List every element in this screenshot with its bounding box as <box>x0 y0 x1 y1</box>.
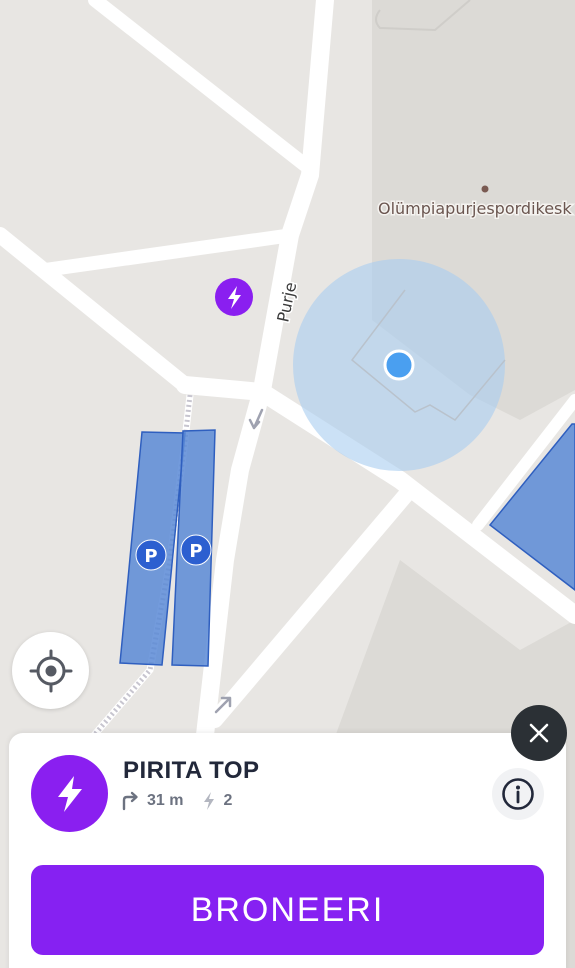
locate-me-button[interactable] <box>12 632 89 709</box>
info-button[interactable] <box>492 768 544 820</box>
chargers-count: 2 <box>223 792 233 809</box>
svg-text:P: P <box>144 546 157 567</box>
distance-value: 31 m <box>147 792 184 809</box>
close-button[interactable] <box>511 705 567 761</box>
user-location-dot <box>383 349 415 381</box>
chargers-info: 2 <box>201 791 232 811</box>
station-type-badge <box>31 755 108 832</box>
station-meta: 31 m 2 <box>121 791 250 811</box>
distance-info: 31 m <box>121 791 183 811</box>
close-icon <box>529 723 549 743</box>
crosshair-icon <box>29 649 72 692</box>
station-name: PIRITA TOP <box>123 757 260 784</box>
info-icon <box>502 778 534 810</box>
svg-text:P: P <box>189 541 202 562</box>
station-details-sheet: PIRITA TOP 31 m 2 BRONEERI <box>9 733 566 968</box>
lightning-icon <box>204 792 215 810</box>
lightning-icon <box>57 775 82 812</box>
turn-right-arrow-icon <box>122 791 138 811</box>
book-button[interactable]: BRONEERI <box>31 865 544 955</box>
parking-marker[interactable]: P <box>180 534 212 566</box>
charging-station-marker[interactable] <box>215 278 253 316</box>
poi-dot <box>481 185 489 193</box>
parking-marker[interactable]: P <box>135 539 167 571</box>
poi-label[interactable]: Olümpiapurjespordikesk <box>377 198 574 220</box>
